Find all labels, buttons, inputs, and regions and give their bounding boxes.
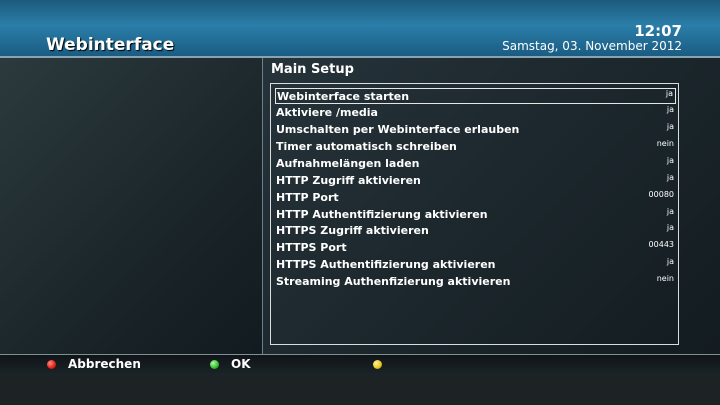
setting-label: Umschalten per Webinterface erlauben: [276, 123, 520, 136]
red-button-icon[interactable]: [47, 360, 56, 369]
setting-label: HTTP Authentifizierung aktivieren: [276, 208, 488, 221]
preview-panel: [0, 58, 262, 354]
setting-label: Aufnahmelängen laden: [276, 157, 420, 170]
bottom-strip: [0, 375, 720, 405]
setting-value: nein: [656, 139, 674, 148]
setting-label: Timer automatisch schreiben: [276, 140, 457, 153]
setting-value: ja: [666, 207, 674, 216]
setting-label: Streaming Authenfizierung aktivieren: [276, 275, 511, 288]
setting-label: Aktiviere /media: [276, 106, 378, 119]
setting-label: Webinterface starten: [277, 90, 410, 103]
setting-row-http-auth[interactable]: HTTP Authentifizierung aktivieren ja: [275, 207, 676, 223]
setting-value: ja: [666, 173, 674, 182]
setting-row-http-port[interactable]: HTTP Port 00080: [275, 190, 676, 206]
setting-label: HTTPS Authentifizierung aktivieren: [276, 258, 496, 271]
setting-row-streaming-auth[interactable]: Streaming Authenfizierung aktivieren nei…: [275, 274, 676, 290]
setting-row-https-auth[interactable]: HTTPS Authentifizierung aktivieren ja: [275, 257, 676, 273]
setting-row-umschalten[interactable]: Umschalten per Webinterface erlauben ja: [275, 122, 676, 138]
yellow-button-icon[interactable]: [373, 360, 382, 369]
clock: 12:07: [634, 22, 682, 40]
setting-value: ja: [666, 122, 674, 131]
date-label: Samstag, 03. November 2012: [502, 39, 682, 53]
green-button-icon[interactable]: [210, 360, 219, 369]
setting-label: HTTP Port: [276, 191, 339, 204]
setting-value: nein: [656, 274, 674, 283]
setting-label: HTTPS Port: [276, 241, 347, 254]
setting-value: ja: [665, 89, 673, 98]
setting-row-http-zugriff[interactable]: HTTP Zugriff aktivieren ja: [275, 173, 676, 189]
section-title: Main Setup: [271, 62, 354, 77]
setting-value: ja: [666, 257, 674, 266]
setting-value: 00443: [648, 240, 674, 249]
setting-value: ja: [666, 156, 674, 165]
setting-row-aufnahmelaengen[interactable]: Aufnahmelängen laden ja: [275, 156, 676, 172]
page-title: Webinterface: [46, 35, 175, 55]
ok-button[interactable]: OK: [231, 357, 251, 371]
setting-value: 00080: [648, 190, 674, 199]
setting-row-https-port[interactable]: HTTPS Port 00443: [275, 240, 676, 256]
setting-value: ja: [666, 105, 674, 114]
setting-label: HTTPS Zugriff aktivieren: [276, 224, 429, 237]
cancel-button[interactable]: Abbrechen: [68, 357, 141, 371]
setting-row-webinterface-starten[interactable]: Webinterface starten ja: [275, 88, 676, 104]
setting-row-aktiviere-media[interactable]: Aktiviere /media ja: [275, 105, 676, 121]
setting-label: HTTP Zugriff aktivieren: [276, 174, 421, 187]
setting-row-https-zugriff[interactable]: HTTPS Zugriff aktivieren ja: [275, 223, 676, 239]
setting-row-timer[interactable]: Timer automatisch schreiben nein: [275, 139, 676, 155]
setting-value: ja: [666, 223, 674, 232]
